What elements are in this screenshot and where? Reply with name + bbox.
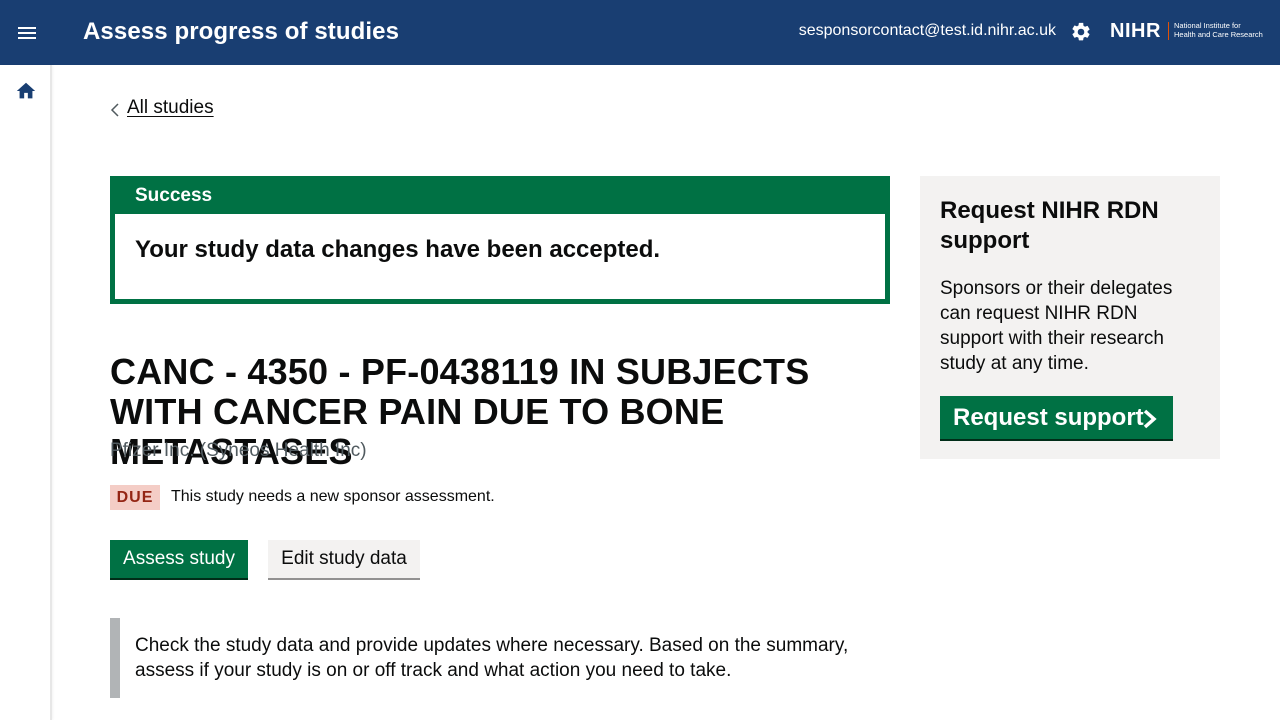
status-text: This study needs a new sponsor assessmen… xyxy=(171,488,495,505)
banner-body: Your study data changes have been accept… xyxy=(115,214,885,299)
logo-tagline-line1: National Institute for xyxy=(1174,21,1241,30)
request-support-button[interactable]: Request support xyxy=(940,396,1173,439)
menu-icon[interactable] xyxy=(15,21,39,45)
inset-text-block: Check the study data and provide updates… xyxy=(110,618,890,698)
banner-title: Success xyxy=(135,185,213,206)
support-panel-title: Request NIHR RDN support xyxy=(940,197,1159,254)
side-navigation xyxy=(0,65,52,720)
chevron-left-icon xyxy=(110,101,120,117)
assess-study-button[interactable]: Assess study xyxy=(110,540,248,578)
support-panel: Request NIHR RDN support Sponsors or the… xyxy=(920,176,1220,459)
edit-study-data-button[interactable]: Edit study data xyxy=(268,540,420,578)
logo-name: NIHR xyxy=(1110,20,1161,42)
logo-divider xyxy=(1168,22,1169,40)
app-header: Assess progress of studies sesponsorcont… xyxy=(0,0,1280,65)
logo-tagline: National Institute for Health and Care R… xyxy=(1174,21,1263,39)
logo-tagline-line2: Health and Care Research xyxy=(1174,30,1263,39)
gear-icon[interactable] xyxy=(1070,21,1092,43)
banner-message: Your study data changes have been accept… xyxy=(135,236,661,263)
user-email: sesponsorcontact@test.id.nihr.ac.uk xyxy=(798,22,1056,39)
nihr-logo: NIHR National Institute for Health and C… xyxy=(1110,20,1270,44)
study-sponsor: Pfizer Inc. (Syneos Health Inc) xyxy=(110,440,367,461)
back-link-label[interactable]: All studies xyxy=(127,97,214,119)
status-badge: DUE xyxy=(110,485,160,510)
home-icon[interactable] xyxy=(15,80,37,102)
app-title: Assess progress of studies xyxy=(83,18,400,45)
inset-text: Check the study data and provide updates… xyxy=(135,635,849,681)
support-panel-body: Sponsors or their delegates can request … xyxy=(940,278,1173,374)
chevron-right-icon xyxy=(1142,408,1158,429)
success-banner: Success Your study data changes have bee… xyxy=(110,176,890,304)
request-support-label: Request support xyxy=(953,404,1144,431)
